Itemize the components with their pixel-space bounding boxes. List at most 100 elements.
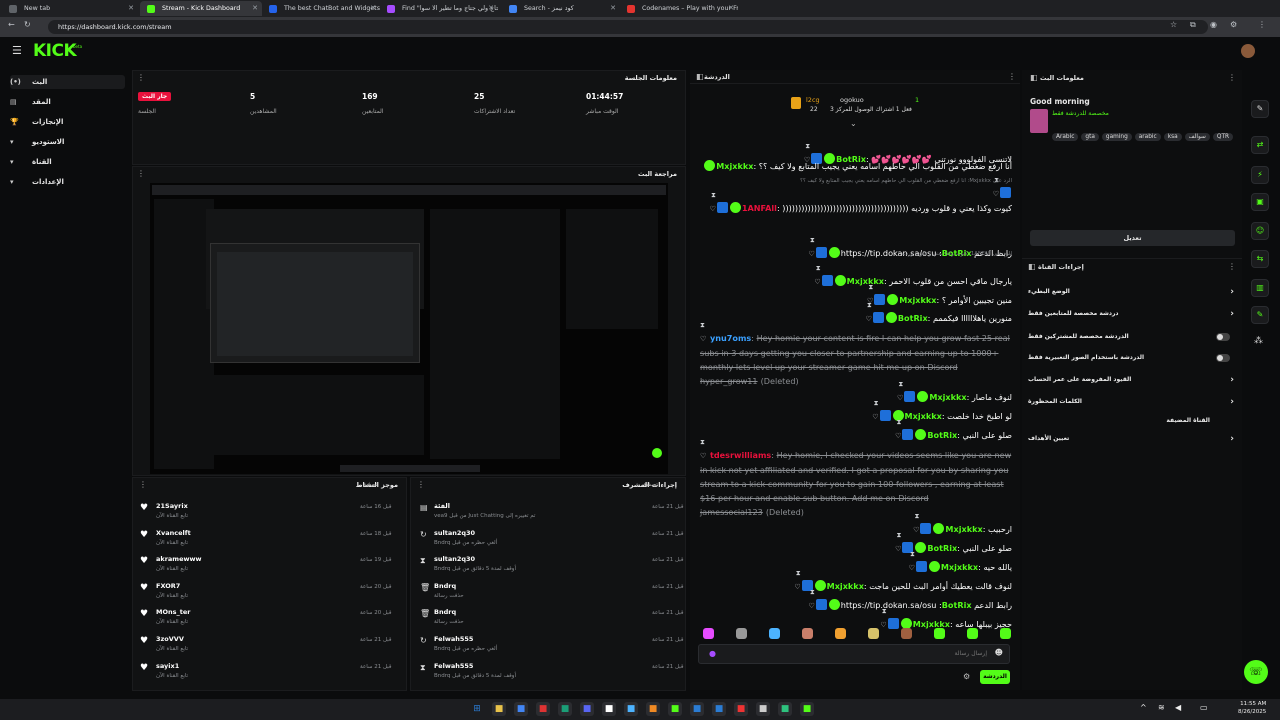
activity-filter[interactable]: تصفية — [363, 481, 378, 488]
emote-icon[interactable] — [802, 628, 813, 639]
taskbar-app-icon[interactable]: ■ — [514, 702, 528, 716]
channel-option[interactable]: الدردشة مخصصة للمشتركين فقط — [1028, 330, 1238, 344]
modaction-name[interactable]: Felwah555 — [434, 662, 473, 670]
channel-option[interactable]: تعيين الأهداف › — [1028, 432, 1238, 446]
mod-tools-icon[interactable]: ⧗ ♡ — [700, 318, 710, 346]
sidebar-item[interactable]: ▾ الاستوديو — [10, 135, 125, 149]
taskbar-app-icon[interactable]: ■ — [668, 702, 682, 716]
sidebar-item[interactable]: ▾ الإعدادات — [10, 175, 125, 189]
taskbar-app-icon[interactable]: ■ — [602, 702, 616, 716]
sidebar-item[interactable]: ▾ القناة — [10, 155, 125, 169]
send-button[interactable]: الدردشة — [980, 670, 1010, 684]
chevron-up-icon[interactable]: ^ — [1140, 703, 1147, 712]
emote-icon[interactable] — [835, 628, 846, 639]
mod-tools-icon[interactable]: ⧗ ♡ — [700, 435, 710, 463]
edit-button[interactable]: تعديل — [1030, 230, 1235, 246]
taskbar-app-icon[interactable]: ■ — [712, 702, 726, 716]
emote-icon[interactable] — [703, 628, 714, 639]
chat-username[interactable]: ynu7oms — [710, 333, 751, 343]
taskbar-app-icon[interactable]: ■ — [778, 702, 792, 716]
channel-option[interactable]: الكلمات المحظورة › — [1028, 395, 1238, 409]
avatar[interactable] — [1241, 44, 1255, 58]
chat-username[interactable]: Mxjxkkx — [913, 619, 950, 629]
stream-tag[interactable]: Arabic — [1052, 133, 1079, 141]
emote-icon[interactable] — [901, 628, 912, 639]
channel-option[interactable]: القيود المفروضة على عمر الحساب › — [1028, 373, 1238, 387]
activity-name[interactable]: MOns_ter — [156, 608, 190, 616]
address-input[interactable]: https://dashboard.kick.com/stream — [48, 20, 1208, 34]
close-icon[interactable]: ✕ — [610, 1, 616, 16]
rail-button-icon[interactable]: ⇆ — [1251, 250, 1269, 268]
sidebar-item[interactable]: ▤ المقد — [10, 95, 125, 109]
close-icon[interactable]: ✕ — [488, 1, 494, 16]
mod-tools-icon[interactable]: ⧗ ♡ — [877, 604, 886, 632]
rail-button-icon[interactable]: ▣ — [1251, 193, 1269, 211]
extensions-icon[interactable]: ⧉ — [1190, 20, 1196, 30]
kick-logo[interactable]: KICK — [33, 41, 77, 61]
stream-tag[interactable]: ksa — [1163, 133, 1182, 141]
modaction-name[interactable]: الفئة — [434, 502, 450, 510]
rail-button-icon[interactable]: ✎ — [1251, 100, 1269, 118]
channelactions-collapse-icon[interactable]: ◧ — [1028, 262, 1036, 271]
wifi-icon[interactable]: ≋ — [1158, 703, 1165, 712]
stream-tag[interactable]: QTR — [1212, 133, 1234, 141]
close-icon[interactable]: ✕ — [370, 1, 376, 16]
taskbar-app-icon[interactable]: ■ — [624, 702, 638, 716]
close-icon[interactable]: ✕ — [728, 1, 734, 16]
settings-icon[interactable]: ⚙ — [1230, 20, 1237, 29]
chat-username[interactable]: Mxjxkkx — [716, 161, 753, 171]
activity-name[interactable]: 21Sayrix — [156, 502, 188, 510]
emote-icon[interactable] — [1000, 628, 1011, 639]
browser-tab[interactable]: Codenames – Play with your Frie ✕ — [620, 1, 738, 16]
rail-button-icon[interactable]: ⇄ — [1251, 136, 1269, 154]
browser-tab[interactable]: Stream - Kick Dashboard ✕ — [140, 1, 262, 16]
menu-icon[interactable]: ⋮ — [1258, 20, 1266, 29]
activity-name[interactable]: sayix1 — [156, 662, 179, 670]
back-icon[interactable]: ← — [8, 20, 15, 29]
streaminfo-menu-icon[interactable]: ⋮ — [1228, 73, 1236, 82]
taskbar-app-icon[interactable]: ■ — [646, 702, 660, 716]
browser-tab[interactable]: Search - كود نيمز ✕ — [502, 1, 620, 16]
modaction-name[interactable]: sultan2q30 — [434, 555, 475, 563]
emote-icon[interactable] — [934, 628, 945, 639]
chat-username[interactable]: 1ANFAll — [742, 203, 777, 213]
chat-input[interactable]: ● إرسال رسالة ☻ — [698, 644, 1010, 664]
close-icon[interactable]: ✕ — [128, 1, 134, 16]
modaction-name[interactable]: Felwah555 — [434, 635, 473, 643]
taskbar-app-icon[interactable]: ■ — [734, 702, 748, 716]
taskbar-app-icon[interactable]: ■ — [800, 702, 814, 716]
preview-menu-icon[interactable]: ⋮ — [137, 169, 145, 178]
chat-username[interactable]: tdesrwilliams — [710, 450, 771, 460]
channel-option[interactable]: دردشة مخصصة للمتابعين فقط › — [1028, 307, 1238, 321]
chevron-down-icon[interactable]: ⌄ — [850, 119, 857, 128]
channel-option[interactable]: الدردشة باستخدام الصور التعبيرية فقط — [1028, 351, 1238, 365]
activity-name[interactable]: 3zoVVV — [156, 635, 184, 643]
emoji-icon[interactable]: ☻ — [995, 648, 1003, 657]
activity-menu-icon[interactable]: ⋮ — [139, 480, 147, 489]
taskbar-app-icon[interactable]: ■ — [492, 702, 506, 716]
chat-settings-icon[interactable]: ⚙ — [963, 672, 970, 681]
activity-name[interactable]: FXOR7 — [156, 582, 180, 590]
rail-button-icon[interactable]: ✎ — [1251, 306, 1269, 324]
rail-button-icon[interactable]: ☺ — [1251, 222, 1269, 240]
stream-tag[interactable]: gta — [1081, 133, 1099, 141]
browser-tab[interactable]: Find "نيو صدمان حاج ولي جتاج وما تطير ال… — [380, 1, 498, 16]
sidebar-item[interactable]: (•) البث — [10, 75, 125, 89]
toggle-switch[interactable] — [1216, 333, 1230, 341]
emote-icon[interactable] — [736, 628, 747, 639]
activity-name[interactable]: Xvancelft — [156, 529, 191, 537]
chat-menu-icon[interactable]: ⋮ — [1008, 72, 1016, 81]
stream-tag[interactable]: سوالف — [1184, 133, 1210, 141]
mod-tools-icon[interactable]: ⧗ ♡ — [706, 188, 716, 216]
chat-collapse-icon[interactable]: ◧ — [696, 72, 704, 81]
stream-tag[interactable]: gaming — [1101, 133, 1132, 141]
taskbar-app-icon[interactable]: ■ — [558, 702, 572, 716]
channelactions-menu-icon[interactable]: ⋮ — [1228, 262, 1236, 271]
browser-tab[interactable]: The best ChatBot and Widgets fo ✕ — [262, 1, 380, 16]
emote-icon[interactable] — [868, 628, 879, 639]
volume-icon[interactable]: ◀ — [1175, 703, 1181, 712]
sidebar-item[interactable]: 🏆 الإنجازات — [10, 115, 125, 129]
taskbar-app-icon[interactable]: ■ — [580, 702, 594, 716]
streaminfo-collapse-icon[interactable]: ◧ — [1030, 73, 1038, 82]
modactions-filter[interactable]: تصفية — [643, 481, 658, 488]
